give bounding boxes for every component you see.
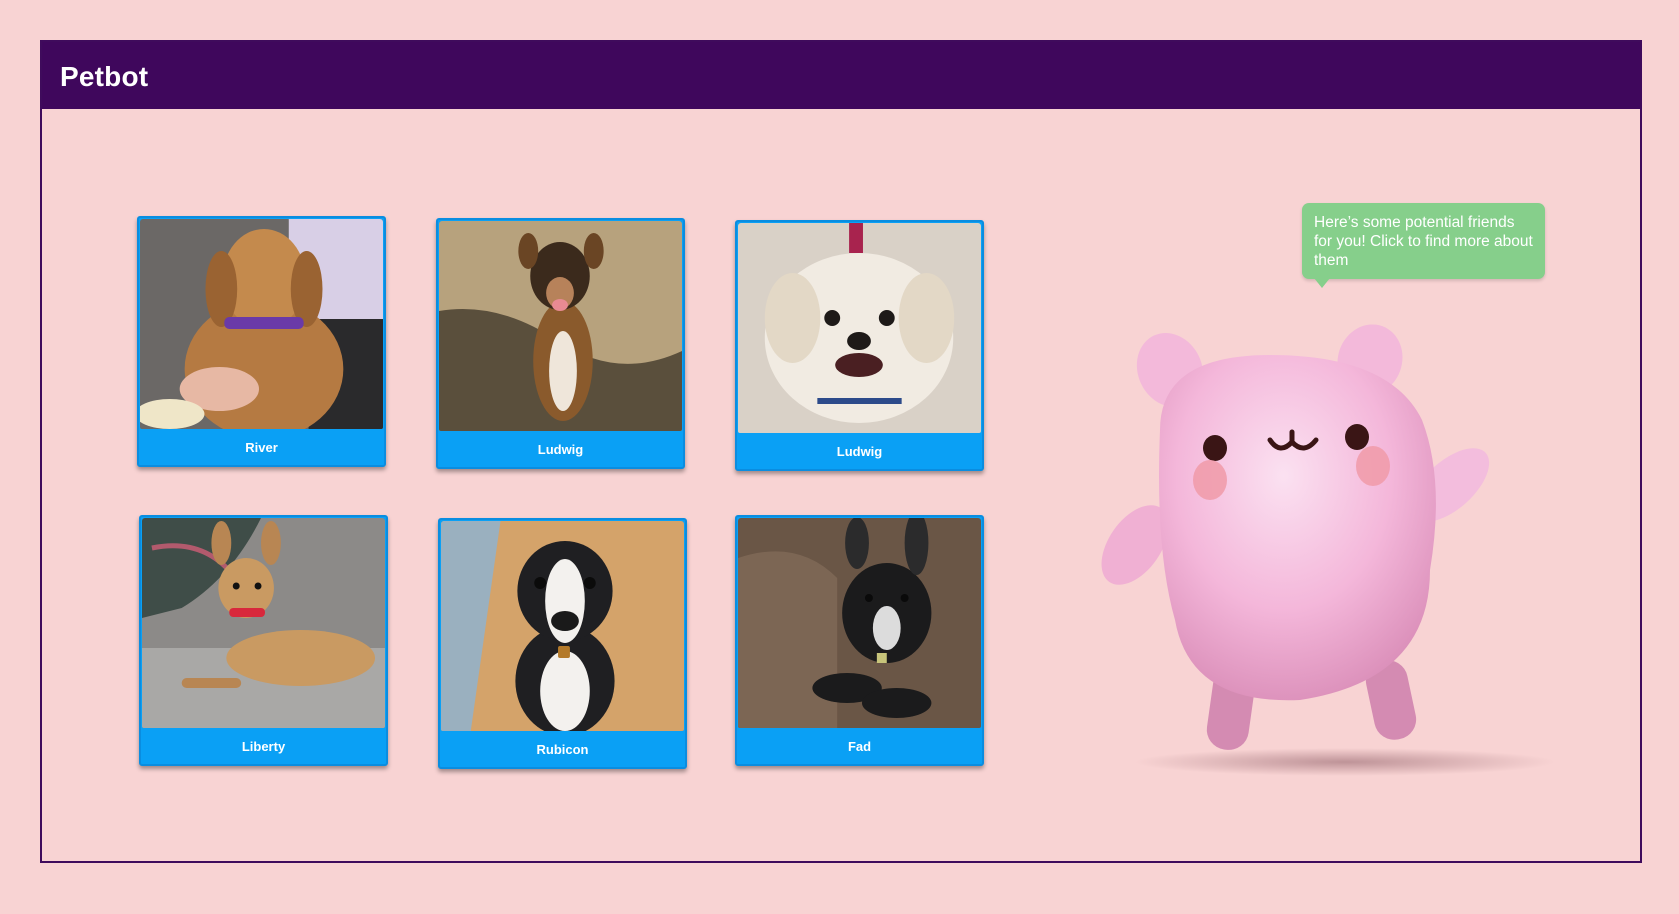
pet-name: River [245, 440, 278, 455]
pet-name: Fad [847, 739, 872, 754]
pet-name: Liberty [241, 739, 286, 754]
pet-card-ludwig-1[interactable]: Ludwig [436, 218, 685, 469]
speech-bubble-tail [1314, 278, 1330, 288]
app-header: Petbot [42, 42, 1640, 109]
pet-card-fad[interactable]: Fad [735, 515, 984, 766]
pet-name: Ludwig [836, 444, 883, 459]
pet-photo [441, 521, 684, 731]
pet-photo [142, 518, 385, 728]
pet-card-liberty[interactable]: Liberty [139, 515, 388, 766]
pet-name: Ludwig [537, 442, 584, 457]
pet-name: Rubicon [536, 742, 589, 757]
pet-photo [439, 221, 682, 431]
pet-card-river[interactable]: River [137, 216, 386, 467]
pet-photo [738, 223, 981, 433]
pet-photo [738, 518, 981, 728]
petbot-mascot [1101, 324, 1555, 776]
app-title: Petbot [60, 61, 149, 92]
pet-card-ludwig-2[interactable]: Ludwig [735, 220, 984, 471]
pet-photo [140, 219, 383, 429]
mascot-speech-bubble: Here’s some potential friends for you! C… [1302, 203, 1545, 279]
pet-card-rubicon[interactable]: Rubicon [438, 518, 687, 769]
